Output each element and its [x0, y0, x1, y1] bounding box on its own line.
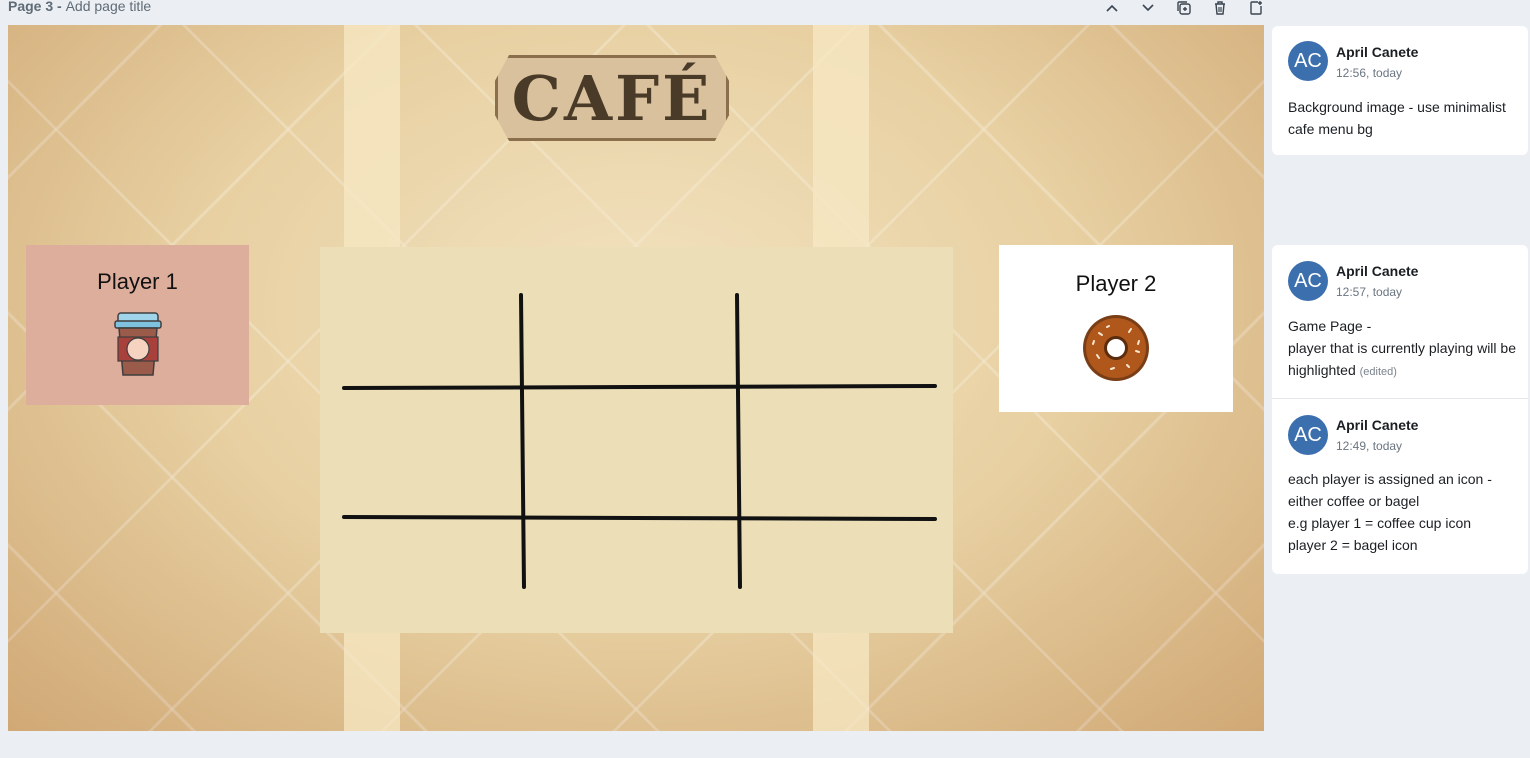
grid-line-horizontal-1 [342, 384, 937, 390]
comment-line: player 2 = bagel icon [1288, 537, 1418, 553]
cafe-sign-text: CAFÉ [511, 61, 713, 135]
edited-label: (edited) [1359, 366, 1397, 378]
comment-author: April Canete [1336, 44, 1419, 60]
player-2-label: Player 2 [1075, 271, 1157, 296]
comment-line: e.g player 1 = coffee cup icon [1288, 515, 1472, 531]
comment-body: Background image - use minimalist cafe m… [1288, 96, 1518, 140]
game-board[interactable] [320, 247, 953, 633]
avatar: AC [1288, 415, 1328, 455]
tic-tac-toe-grid [342, 293, 937, 589]
comment-body: Game Page - player that is currently pla… [1288, 315, 1518, 383]
chevron-up-icon [1106, 4, 1118, 12]
avatar: AC [1288, 261, 1328, 301]
grid-line-vertical-2 [735, 293, 742, 589]
move-page-down-button[interactable] [1130, 0, 1166, 16]
trash-icon [1215, 1, 1225, 15]
comment-time: 12:56, today [1336, 66, 1403, 80]
grid-line-vertical-1 [519, 293, 526, 589]
add-page-button[interactable] [1238, 0, 1274, 16]
add-page-icon [1250, 1, 1262, 15]
page-title[interactable]: Page 3 - Add page title [8, 0, 151, 14]
comment-card[interactable]: AC April Canete 12:56, today Background … [1272, 26, 1528, 155]
divider [1272, 398, 1528, 399]
avatar: AC [1288, 41, 1328, 81]
comment-thread[interactable]: AC April Canete 12:57, today Game Page -… [1272, 245, 1528, 574]
duplicate-page-button[interactable] [1166, 0, 1202, 16]
cafe-sign[interactable]: CAFÉ [495, 55, 729, 141]
comment-author: April Canete [1336, 263, 1419, 279]
page-title-placeholder[interactable]: Add page title [66, 0, 152, 14]
player-1-card[interactable]: Player 1 [26, 245, 249, 405]
comment-line: each player is assigned an icon - either… [1288, 471, 1492, 509]
donut-icon [1083, 315, 1149, 381]
coffee-cup-icon [113, 312, 162, 376]
comment-line: Background image - use minimalist cafe m… [1288, 99, 1506, 137]
comment-body: each player is assigned an icon - either… [1288, 468, 1518, 556]
design-canvas[interactable]: CAFÉ Player 1 Player 2 [8, 25, 1264, 731]
comment-time: 12:49, today [1336, 439, 1403, 453]
duplicate-page-icon [1177, 1, 1191, 15]
comment-time: 12:57, today [1336, 285, 1403, 299]
page-toolbar [1094, 0, 1274, 16]
delete-page-button[interactable] [1202, 0, 1238, 16]
move-page-up-button[interactable] [1094, 0, 1130, 16]
page-number: Page 3 [8, 0, 54, 14]
comment-line: player that is currently playing will be… [1288, 340, 1516, 378]
page-header: Page 3 - Add page title [0, 0, 1264, 20]
comment-line: Game Page - [1288, 318, 1372, 334]
player-2-card[interactable]: Player 2 [999, 245, 1233, 412]
grid-line-horizontal-2 [342, 515, 937, 521]
comment-author: April Canete [1336, 417, 1419, 433]
chevron-down-icon [1142, 4, 1154, 12]
player-1-label: Player 1 [97, 269, 178, 294]
